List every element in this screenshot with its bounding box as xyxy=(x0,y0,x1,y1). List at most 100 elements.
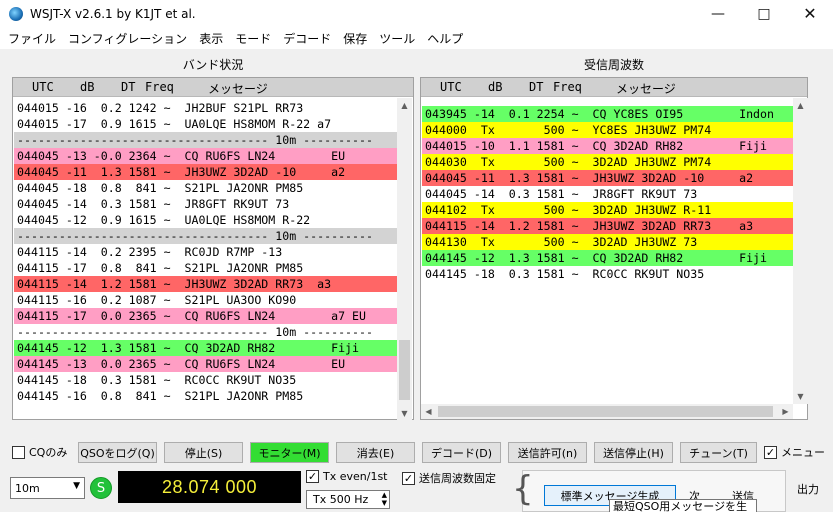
tx-frequency-spinbox[interactable]: Tx 500 Hz ▲ ▼ xyxy=(306,490,390,509)
cq-only-label: CQのみ xyxy=(29,446,68,459)
maximize-button[interactable]: □ xyxy=(741,0,787,27)
decode-button[interactable]: デコード(D) xyxy=(422,442,501,463)
rx-frequency-panel[interactable]: UTC dB DT Freq メッセージ 043945 -14 0.1 2254… xyxy=(420,77,808,420)
dial-frequency-display[interactable]: 28.074 000 xyxy=(118,471,301,503)
col-dt: DT xyxy=(121,80,136,94)
decode-row[interactable]: 044115 -17 0.0 2365 ~ CQ RU6FS LN24 a7 E… xyxy=(14,308,398,324)
col-message: メッセージ xyxy=(208,82,268,96)
scroll-down-icon[interactable]: ▼ xyxy=(793,389,808,404)
decode-row[interactable]: 044115 -17 0.8 841 ~ S21PL JA2ONR PM85 xyxy=(14,260,398,276)
menu-configuration[interactable]: コンフィグレーション xyxy=(64,30,191,47)
checkbox-checked-icon[interactable]: ✓ xyxy=(764,445,777,459)
decode-row[interactable]: 044115 -14 1.2 1581 ~ JH3UWZ 3D2AD RR73 … xyxy=(422,218,794,234)
band-value: 10m xyxy=(15,481,40,495)
hold-tx-freq-checkbox[interactable]: ✓ 送信周波数固定 xyxy=(402,470,496,486)
decode-row[interactable]: ------------------------------------ 10m… xyxy=(14,132,398,148)
decode-row[interactable]: 044045 -11 1.3 1581 ~ JH3UWZ 3D2AD -10 a… xyxy=(422,170,794,186)
decode-row[interactable]: 044045 -11 1.3 1581 ~ JH3UWZ 3D2AD -10 a… xyxy=(14,164,398,180)
menu-file[interactable]: ファイル xyxy=(4,30,60,47)
tx-even-checkbox[interactable]: ✓ Tx even/1st xyxy=(306,470,388,483)
decode-row[interactable]: 044045 -18 0.8 841 ~ S21PL JA2ONR PM85 xyxy=(14,180,398,196)
col-db: dB xyxy=(488,80,503,94)
band-activity-list[interactable]: 044015 -16 0.2 1242 ~ JH2BUF S21PL RR73 0… xyxy=(14,100,398,400)
app-logo-icon xyxy=(9,6,23,21)
menu-bar: ファイル コンフィグレーション 表示 モード デコード 保存 ツール ヘルプ xyxy=(0,27,833,49)
right-vertical-scrollbar[interactable]: ▲ ▼ xyxy=(793,98,808,404)
chevron-down-icon: ▼ xyxy=(73,481,80,491)
col-db: dB xyxy=(80,80,95,94)
scroll-thumb[interactable] xyxy=(399,340,410,400)
menu-view[interactable]: 表示 xyxy=(195,30,227,47)
log-qso-button[interactable]: QSOをログ(Q) xyxy=(78,442,157,463)
decode-row[interactable]: 044145 -18 0.3 1581 ~ RC0CC RK9UT NO35 xyxy=(14,372,398,388)
cq-only-checkbox[interactable]: CQのみ xyxy=(12,444,67,460)
minimize-icon: — xyxy=(711,5,725,22)
right-horizontal-scrollbar[interactable]: ◀ ▶ xyxy=(421,404,793,419)
menu-help[interactable]: ヘルプ xyxy=(423,30,467,47)
col-dt: DT xyxy=(529,80,544,94)
decode-row[interactable]: 044015 -10 1.1 1581 ~ CQ 3D2AD RH82 Fiji xyxy=(422,138,794,154)
decode-row[interactable]: 043945 -14 0.1 2254 ~ CQ YC8ES OI95 Indo… xyxy=(422,106,794,122)
decode-row[interactable]: 044145 -18 0.3 1581 ~ RC0CC RK9UT NO35 xyxy=(422,266,794,282)
left-vertical-scrollbar[interactable]: ▲ ▼ xyxy=(397,98,412,421)
tx-even-label: Tx even/1st xyxy=(323,470,388,483)
decode-row[interactable]: 044045 -14 0.3 1581 ~ JR8GFT RK9UT 73 xyxy=(14,196,398,212)
decode-row[interactable]: 044015 -16 0.2 1242 ~ JH2BUF S21PL RR73 xyxy=(14,100,398,116)
stop-button[interactable]: 停止(S) xyxy=(164,442,243,463)
output-label: 出力 xyxy=(797,483,819,496)
tune-button[interactable]: チューン(T) xyxy=(680,442,757,463)
menu-tools[interactable]: ツール xyxy=(375,30,419,47)
tx-frequency-value: Tx 500 Hz xyxy=(313,493,369,506)
decode-row[interactable]: 044145 -12 1.3 1581 ~ CQ 3D2AD RH82 Fiji xyxy=(422,250,794,266)
checkbox-box[interactable] xyxy=(12,445,25,459)
decode-row[interactable]: 044145 -12 1.3 1581 ~ CQ 3D2AD RH82 Fiji xyxy=(14,340,398,356)
decode-row[interactable]: 044030 Tx 500 ~ 3D2AD JH3UWZ PM74 xyxy=(422,154,794,170)
halt-tx-button[interactable]: 送信停止(H) xyxy=(594,442,673,463)
maximize-icon: □ xyxy=(757,5,771,22)
checkbox-checked-icon[interactable]: ✓ xyxy=(402,471,415,485)
tooltip: 最短QSO用メッセージを生成 xyxy=(609,499,757,512)
scroll-up-icon[interactable]: ▲ xyxy=(793,98,808,113)
decode-row[interactable]: 044045 -14 0.3 1581 ~ JR8GFT RK9UT 73 xyxy=(422,186,794,202)
scroll-right-icon[interactable]: ▶ xyxy=(778,404,793,419)
erase-button[interactable]: 消去(E) xyxy=(336,442,415,463)
menu-mode[interactable]: モード xyxy=(231,30,275,47)
decode-row[interactable]: 044115 -14 0.2 2395 ~ RC0JD R7MP -13 xyxy=(14,244,398,260)
column-header: UTC dB DT Freq メッセージ xyxy=(13,78,413,97)
monitor-button[interactable]: モニター(M) xyxy=(250,442,329,463)
title-bar: WSJT-X v2.6.1 by K1JT et al. — □ ✕ xyxy=(0,0,833,27)
decode-row[interactable]: ------------------------------------ 10m… xyxy=(14,324,398,340)
col-utc: UTC xyxy=(32,80,54,94)
checkbox-checked-icon[interactable]: ✓ xyxy=(306,470,319,483)
decode-row[interactable]: 044115 -14 1.2 1581 ~ JH3UWZ 3D2AD RR73 … xyxy=(14,276,398,292)
menus-checkbox[interactable]: ✓ メニュー xyxy=(764,444,825,460)
spin-arrows-icon[interactable]: ▲ ▼ xyxy=(382,491,387,507)
column-header: UTC dB DT Freq メッセージ xyxy=(421,78,807,97)
brace-decoration-icon: { xyxy=(512,469,534,509)
decode-row[interactable]: 044145 -16 0.8 841 ~ S21PL JA2ONR PM85 xyxy=(14,388,398,400)
band-selector[interactable]: 10m ▼ xyxy=(10,477,85,499)
decode-row[interactable]: 044015 -17 0.9 1615 ~ UA0LQE HS8MOM R-22… xyxy=(14,116,398,132)
decode-row[interactable]: 044000 Tx 500 ~ YC8ES JH3UWZ PM74 xyxy=(422,122,794,138)
band-activity-panel[interactable]: UTC dB DT Freq メッセージ 044015 -16 0.2 1242… xyxy=(12,77,414,421)
decode-row[interactable]: 044045 -13 -0.0 2364 ~ CQ RU6FS LN24 EU xyxy=(14,148,398,164)
decode-row[interactable]: ------------------------------------ 10m… xyxy=(14,228,398,244)
decode-row[interactable]: 044145 -13 0.0 2365 ~ CQ RU6FS LN24 EU xyxy=(14,356,398,372)
scroll-up-icon[interactable]: ▲ xyxy=(397,98,412,113)
hold-tx-freq-label: 送信周波数固定 xyxy=(419,472,496,485)
menu-save[interactable]: 保存 xyxy=(339,30,371,47)
scroll-down-icon[interactable]: ▼ xyxy=(397,406,412,421)
menu-decode[interactable]: デコード xyxy=(279,30,335,47)
scroll-thumb[interactable] xyxy=(438,406,773,417)
close-icon: ✕ xyxy=(803,4,817,23)
enable-tx-button[interactable]: 送信許可(n) xyxy=(508,442,587,463)
scroll-left-icon[interactable]: ◀ xyxy=(421,404,436,419)
decode-row[interactable]: 044045 -12 0.9 1615 ~ UA0LQE HS8MOM R-22 xyxy=(14,212,398,228)
decode-row[interactable]: 044115 -16 0.2 1087 ~ S21PL UA3OO KO90 xyxy=(14,292,398,308)
rx-frequency-title: 受信周波数 xyxy=(583,58,644,72)
minimize-button[interactable]: — xyxy=(695,0,741,27)
decode-row[interactable]: 044130 Tx 500 ~ 3D2AD JH3UWZ 73 xyxy=(422,234,794,250)
close-button[interactable]: ✕ xyxy=(787,0,833,27)
decode-row[interactable]: 044102 Tx 500 ~ 3D2AD JH3UWZ R-11 xyxy=(422,202,794,218)
rx-frequency-list[interactable]: 043945 -14 0.1 2254 ~ CQ YC8ES OI95 Indo… xyxy=(422,106,794,408)
